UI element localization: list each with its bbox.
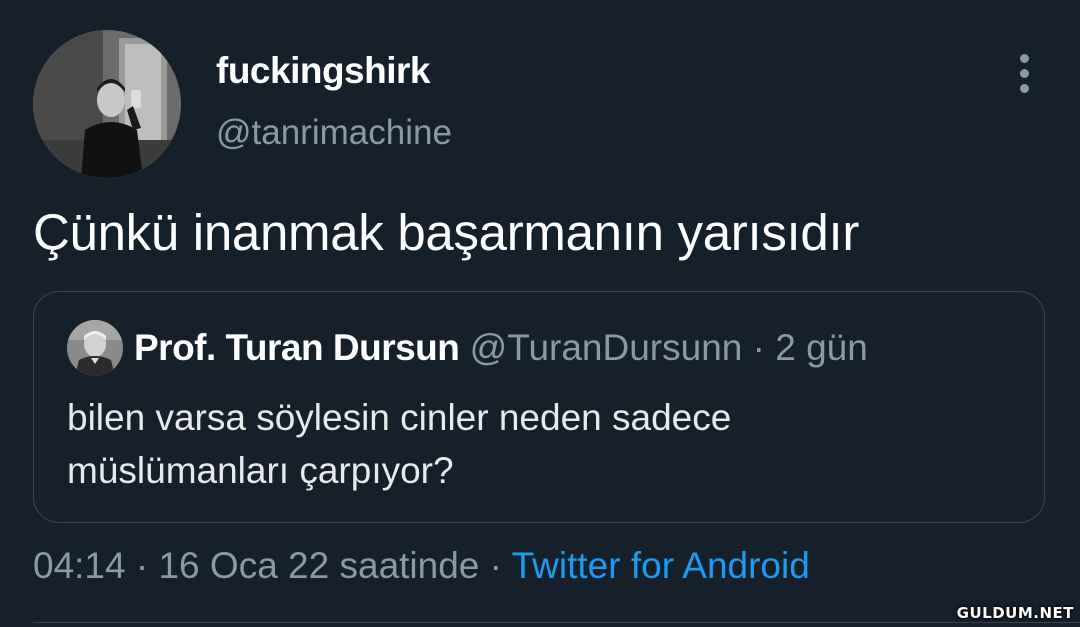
- quoted-tweet-text: bilen varsa söylesin cinler neden sadece…: [67, 391, 967, 497]
- more-options-button[interactable]: [1004, 50, 1046, 96]
- quoted-tweet-header: Prof. Turan Dursun @TuranDursunn · 2 gün: [134, 327, 868, 369]
- meta-separator: ·: [489, 545, 502, 586]
- more-vertical-icon: [1020, 54, 1029, 63]
- quoted-tweet-text-line: müslümanları çarpıyor?: [67, 450, 454, 491]
- quoted-tweet-card[interactable]: Prof. Turan Dursun @TuranDursunn · 2 gün…: [33, 291, 1045, 523]
- quoted-author-avatar[interactable]: [67, 320, 123, 376]
- tweet-time[interactable]: 04:14: [33, 545, 126, 586]
- quoted-tweet-text-line: bilen varsa söylesin cinler neden sadece: [67, 397, 732, 438]
- more-vertical-icon-dot: [1020, 69, 1029, 78]
- author-display-name[interactable]: fuckingshirk: [216, 50, 431, 92]
- quoted-header-separator: ·: [752, 327, 765, 368]
- tweet-source-link[interactable]: Twitter for Android: [512, 545, 810, 586]
- user-avatar[interactable]: [33, 30, 181, 178]
- more-vertical-icon-dot: [1020, 84, 1029, 93]
- watermark: GULDUM.NET: [956, 604, 1074, 622]
- author-handle[interactable]: @tanrimachine: [216, 113, 452, 153]
- quoted-author-avatar-image: [67, 320, 123, 376]
- quoted-tweet-time[interactable]: 2 gün: [775, 327, 868, 368]
- tweet-date[interactable]: 16 Oca 22 saatinde: [158, 545, 479, 586]
- tweet-text: Çünkü inanmak başarmanın yarısıdır: [33, 204, 860, 261]
- user-avatar-image: [33, 30, 181, 178]
- meta-separator: ·: [135, 545, 149, 586]
- divider: [33, 622, 1080, 623]
- quoted-author-display-name[interactable]: Prof. Turan Dursun: [134, 327, 460, 368]
- tweet-metadata: 04:14 · 16 Oca 22 saatinde · Twitter for…: [33, 545, 810, 587]
- quoted-author-handle[interactable]: @TuranDursunn: [470, 327, 743, 368]
